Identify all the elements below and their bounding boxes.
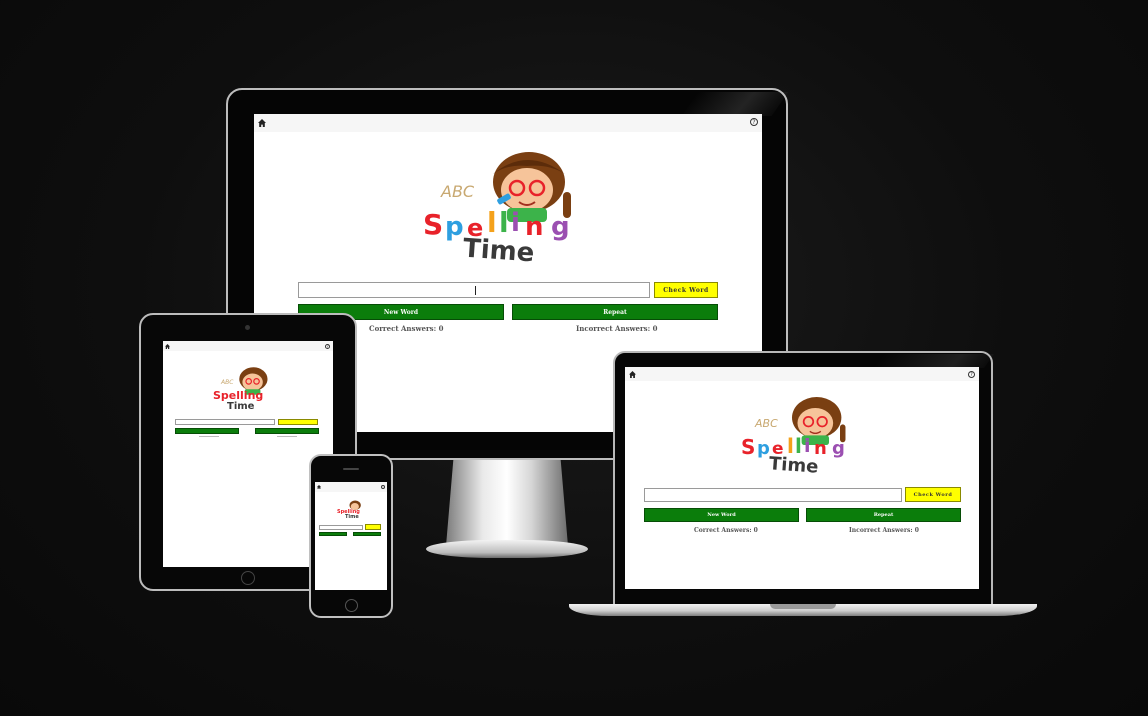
logo-spelling-word: S p e l l i n g (741, 434, 865, 459)
logo-letter: p (757, 438, 770, 459)
laptop-notch (770, 604, 836, 609)
top-bar: ? (254, 114, 762, 132)
spelling-time-logo: ABC S p e l l i n g Time (419, 152, 599, 272)
logo-abc-text: ABC (441, 182, 475, 201)
help-icon[interactable]: ? (968, 371, 975, 378)
logo-letter: S (423, 208, 444, 241)
repeat-button[interactable] (255, 428, 319, 434)
logo-time-word: Time (227, 401, 255, 412)
incorrect-answers-text (277, 436, 297, 437)
home-icon[interactable] (258, 119, 266, 127)
logo-letter: S (741, 435, 756, 459)
home-icon[interactable] (629, 371, 636, 378)
phone-home-button (345, 599, 358, 612)
logo-time-word: Time (462, 233, 536, 269)
logo-letter: l (487, 206, 497, 239)
check-word-button[interactable] (365, 524, 381, 530)
correct-answers-text: Correct Answers: 0 (369, 324, 444, 333)
top-bar: ? (625, 367, 979, 381)
word-input[interactable] (298, 282, 650, 298)
new-word-button[interactable]: New Word (644, 508, 799, 522)
monitor-base (426, 540, 588, 558)
logo-spelling-word: S p e l l i n g (423, 206, 598, 242)
tablet-home-button (241, 571, 255, 585)
new-word-button[interactable] (319, 532, 347, 536)
repeat-button[interactable]: Repeat (806, 508, 961, 522)
logo-letter: l (499, 206, 509, 239)
repeat-button[interactable] (353, 532, 381, 536)
repeat-button[interactable]: Repeat (512, 304, 718, 320)
check-word-button[interactable]: Check Word (905, 487, 961, 502)
monitor-glare (681, 92, 789, 116)
phone-speaker (343, 468, 359, 470)
correct-answers-text (199, 436, 219, 437)
laptop-screen: ? ABC S p e l l i n g Time Check Word Ne… (625, 367, 979, 589)
logo-abc-text: ABC (221, 379, 234, 386)
help-icon[interactable]: ? (325, 344, 330, 349)
logo-time-word: Time (345, 514, 359, 520)
text-cursor (475, 286, 476, 295)
correct-answers-text: Correct Answers: 0 (694, 527, 758, 534)
logo-abc-text: ABC (755, 417, 778, 430)
incorrect-answers-text: Incorrect Answers: 0 (849, 527, 919, 534)
check-word-button[interactable] (278, 419, 318, 425)
spelling-time-logo: ABC Spelling Time (211, 367, 283, 415)
laptop-glare (874, 354, 994, 368)
top-bar (315, 482, 387, 492)
logo-letter: g (832, 438, 845, 459)
logo-time-word: Time (768, 453, 820, 478)
laptop-device: ? ABC S p e l l i n g Time Check Word Ne… (613, 351, 994, 607)
check-word-button[interactable]: Check Word (654, 282, 718, 298)
tablet-screen: ? ABC Spelling Time (163, 341, 333, 567)
help-icon[interactable] (381, 485, 385, 489)
logo-letter: p (445, 212, 464, 242)
phone-device: Spelling Time (309, 454, 393, 618)
home-icon[interactable] (317, 485, 321, 489)
spelling-time-logo: Spelling Time (337, 500, 369, 522)
help-icon[interactable]: ? (750, 118, 758, 126)
word-input[interactable] (644, 488, 902, 502)
monitor-neck (446, 460, 568, 546)
logo-letter: g (551, 212, 570, 242)
logo-letter: i (511, 208, 520, 238)
top-bar: ? (163, 341, 333, 351)
phone-screen: Spelling Time (315, 482, 387, 590)
word-input[interactable] (319, 525, 363, 530)
home-icon[interactable] (165, 344, 170, 349)
word-input[interactable] (175, 419, 275, 425)
new-word-button[interactable] (175, 428, 239, 434)
incorrect-answers-text: Incorrect Answers: 0 (576, 324, 658, 333)
tablet-camera (245, 325, 250, 330)
logo-letter: i (804, 435, 811, 457)
spelling-time-logo: ABC S p e l l i n g Time (739, 397, 865, 479)
